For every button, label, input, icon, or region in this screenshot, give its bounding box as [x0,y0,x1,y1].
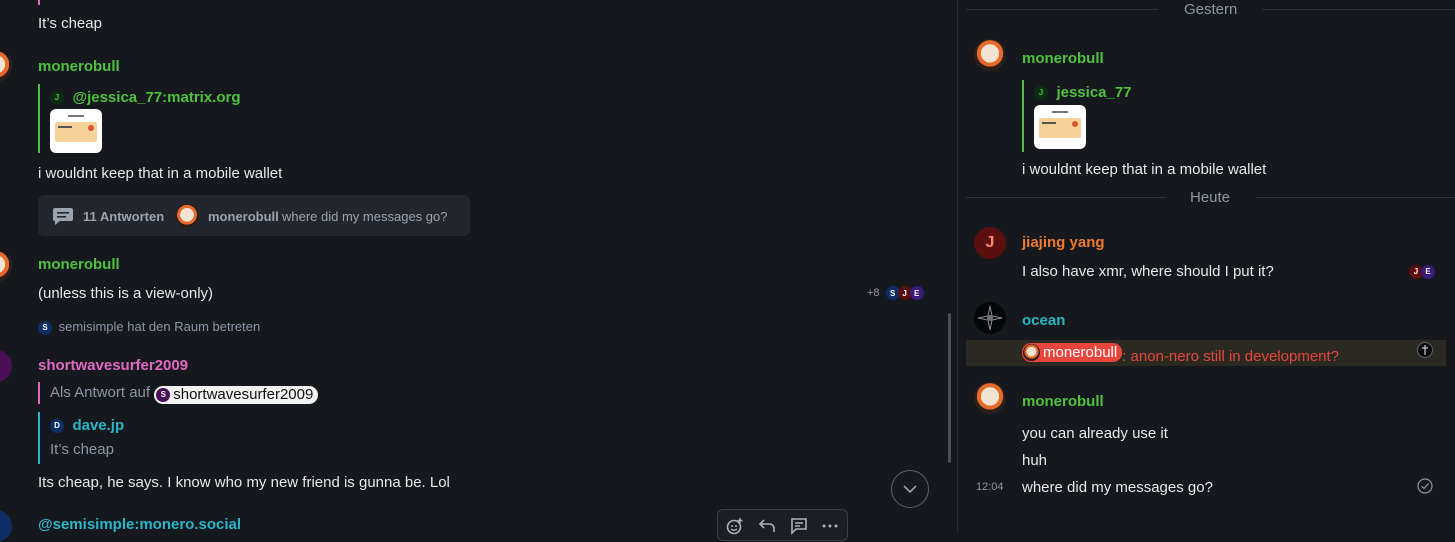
thread-preview: where did my messages go? [282,209,448,224]
sender-read-icon [1417,342,1433,358]
date-separator: Gestern [1184,1,1238,18]
reply-avatar: D [50,418,64,433]
pill-avatar: S [156,387,171,402]
message-body: monerobull: anon-nero still in developme… [1022,343,1339,365]
sender-name[interactable]: monerobull [1022,50,1104,67]
date-divider-line [966,197,1166,198]
event-avatar: S [38,320,52,335]
reply-avatar: J [1034,85,1048,100]
message-body: huh [1022,452,1048,469]
date-divider-line [966,9,1158,10]
sender-name[interactable]: @semisimple:monero.social [38,516,241,533]
avatar[interactable] [974,302,1006,334]
mention-text: : anon-nero still in development? [1122,348,1340,365]
mention-user: monerobull [1043,344,1118,361]
thread-icon[interactable] [790,517,808,535]
read-receipts-more: +8 [867,286,880,299]
thread-last-author: monerobull [208,209,279,224]
thread-icon [53,208,73,225]
reply-bar [1022,80,1024,152]
more-icon[interactable] [822,523,838,529]
reply-avatar: J [50,90,64,105]
message-body: i wouldnt keep that in a mobile wallet [1022,161,1267,178]
reply-bar [38,412,40,464]
avatar [1023,344,1040,361]
reply-bar [38,84,40,153]
avatar[interactable] [974,39,1006,71]
avatar[interactable] [974,382,1006,414]
jump-to-bottom-button[interactable] [891,470,929,508]
avatar [175,204,199,228]
image-thumbnail[interactable] [50,109,102,153]
date-divider-line [1256,197,1455,198]
mention-pill[interactable]: monerobull [1022,343,1123,362]
message-body: (unless this is a view-only) [38,285,214,302]
sender-name[interactable]: monerobull [38,256,120,273]
read-avatar: E [1421,264,1435,279]
user-pill[interactable]: Sshortwavesurfer2009 [154,385,319,404]
avatar[interactable] [0,250,12,282]
reply-icon[interactable] [758,518,776,534]
avatar[interactable]: J [974,227,1006,259]
event-text: semisimple hat den Raum betreten [58,319,261,334]
thread-summary[interactable]: 11 Antworten monerobull where did my mes… [38,195,470,236]
message-body: It’s cheap [38,15,102,32]
message-body: i wouldnt keep that in a mobile wallet [38,165,283,182]
sender-name[interactable]: ocean [1022,312,1065,329]
sender-name[interactable]: monerobull [1022,393,1104,410]
reply-user: dave.jp [72,417,125,434]
reply-header[interactable]: D dave.jp [50,417,124,435]
pane-divider[interactable] [957,0,958,533]
sent-check-icon [1417,478,1433,494]
reply-header[interactable]: J @jessica_77:matrix.org [50,89,241,107]
date-divider-line [1262,9,1455,10]
emoji-add-icon[interactable] [726,517,744,535]
message-body: you can already use it [1022,425,1168,442]
sender-name[interactable]: jiajing yang [1022,234,1105,251]
in-reply-to: Als Antwort auf Sshortwavesurfer2009 [50,384,319,404]
sender-name[interactable]: shortwavesurfer2009 [38,357,188,374]
read-receipts[interactable]: JE [1409,263,1435,281]
message-body: where did my messages go? [1022,479,1213,496]
avatar[interactable] [0,350,12,382]
message-body: Its cheap, he says. I know who my new fr… [38,474,450,491]
reply-header[interactable]: J jessica_77 [1034,84,1132,102]
read-receipts[interactable]: +8 SJE [867,286,924,300]
in-reply-label: Als Antwort auf [50,384,151,401]
message-actions [717,509,848,541]
message-body: I also have xmr, where should I put it? [1022,263,1274,280]
image-thumbnail[interactable] [1034,105,1086,149]
reply-bar [38,382,40,404]
avatar[interactable] [0,510,12,542]
reply-quote-text: It’s cheap [50,441,114,458]
reply-user: jessica_77 [1056,84,1132,101]
reply-user: @jessica_77:matrix.org [72,89,241,106]
date-separator: Heute [1190,189,1231,206]
quote-bar [38,0,40,5]
ocean-avatar-icon [977,305,1003,331]
thread-count: 11 Antworten [83,209,165,224]
sender-name[interactable]: monerobull [38,58,120,75]
pill-user-name: shortwavesurfer2009 [173,386,314,403]
chevron-down-icon [903,485,917,493]
message-timestamp: 12:04 [976,481,1004,493]
read-avatar: E [909,286,924,300]
avatar[interactable] [0,50,12,82]
scrollbar[interactable] [948,313,951,463]
membership-event: S semisimple hat den Raum betreten [38,319,260,335]
